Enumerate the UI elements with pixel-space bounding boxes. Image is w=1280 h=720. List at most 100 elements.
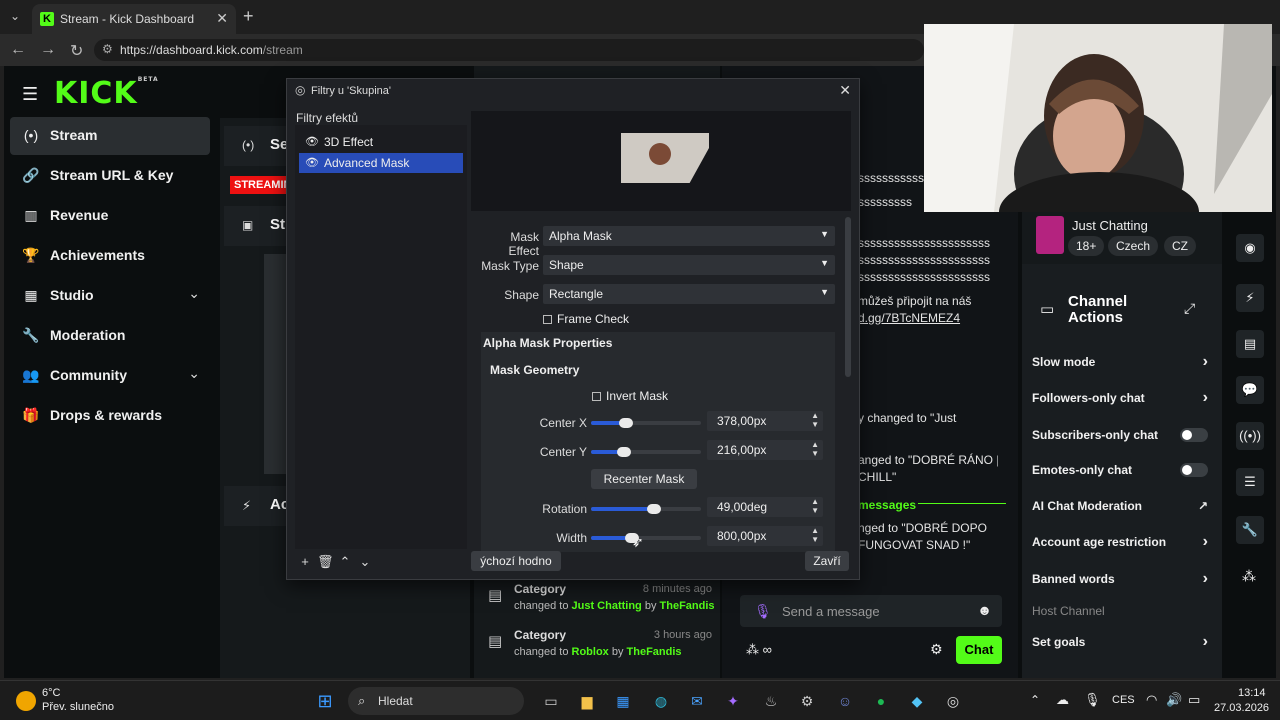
lightning-icon[interactable]: ⚡: [1236, 284, 1264, 312]
language-indicator[interactable]: CES: [1112, 694, 1135, 706]
app-icon[interactable]: ⚙: [796, 690, 818, 712]
sidebar-item-drops-rewards[interactable]: 🎁 Drops & rewards: [10, 397, 210, 435]
center-y-input[interactable]: 216,00px ▲ ▼: [707, 440, 823, 460]
shape-select[interactable]: Rectangle ▼: [543, 284, 835, 304]
close-tab-icon[interactable]: ✕: [216, 10, 228, 27]
tab-list-chevron-icon[interactable]: ⌄: [10, 9, 20, 23]
volume-icon[interactable]: 🔊: [1166, 692, 1182, 708]
document-icon[interactable]: ▤: [1236, 330, 1264, 358]
battery-icon[interactable]: ▭: [1188, 692, 1200, 708]
emoji-icon[interactable]: ☻: [977, 602, 992, 618]
spinner-arrows-icon[interactable]: ▲ ▼: [811, 526, 819, 544]
ai-chat-moderation-item[interactable]: AI Chat Moderation ↗: [1032, 499, 1208, 519]
mail-icon[interactable]: ✉: [686, 690, 708, 712]
banned-words-item[interactable]: Banned words ›: [1032, 570, 1208, 592]
width-slider[interactable]: [591, 533, 701, 543]
broadcast-icon[interactable]: ((•)): [1236, 422, 1264, 450]
invert-mask-checkbox[interactable]: Invert Mask: [592, 389, 668, 403]
community-icon[interactable]: ⁂ ∞: [746, 642, 772, 658]
windows-taskbar: 6°C Přev. slunečno ⊞ ⌕ Hledat ▭ ▆ ▦ ◍ ✉ …: [0, 680, 1280, 720]
account-age-item[interactable]: Account age restriction ›: [1032, 533, 1208, 555]
emotes-only-toggle[interactable]: [1180, 463, 1208, 477]
move-up-icon[interactable]: ⌃: [337, 554, 353, 570]
wrench-icon[interactable]: 🔧: [1236, 516, 1264, 544]
followers-only-item[interactable]: Followers-only chat ›: [1032, 389, 1208, 411]
forward-icon[interactable]: →: [40, 41, 56, 59]
center-x-slider[interactable]: [591, 418, 701, 428]
discord-icon[interactable]: ☺: [834, 690, 856, 712]
sidebar-item-stream-url-key[interactable]: 🔗 Stream URL & Key: [10, 157, 210, 195]
properties-scrollbar[interactable]: [845, 217, 851, 377]
visibility-eye-icon[interactable]: 👁: [305, 135, 319, 148]
spinner-arrows-icon[interactable]: ▲ ▼: [811, 411, 819, 429]
filter-item-advanced-mask[interactable]: 👁 Advanced Mask: [299, 153, 463, 173]
microphone-icon[interactable]: 🎙: [754, 603, 772, 620]
defaults-button[interactable]: ýchozí hodno: [471, 551, 561, 571]
file-explorer-icon[interactable]: ▆: [576, 690, 598, 712]
category-thumbnail[interactable]: [1036, 216, 1064, 254]
browser-tab[interactable]: K Stream - Kick Dashboard ✕: [32, 4, 236, 34]
weather-icon[interactable]: [16, 691, 36, 711]
edge-icon[interactable]: ◍: [650, 690, 672, 712]
obs-icon[interactable]: ◎: [942, 690, 964, 712]
mask-type-select[interactable]: Shape ▼: [543, 255, 835, 275]
popout-icon[interactable]: ⤢: [1184, 300, 1195, 317]
back-icon[interactable]: ←: [10, 41, 26, 59]
steam-icon[interactable]: ♨: [760, 690, 782, 712]
wifi-icon[interactable]: ◠: [1146, 692, 1157, 708]
sidebar-item-achievements[interactable]: 🏆 Achievements: [10, 237, 210, 275]
recenter-mask-button[interactable]: Recenter Mask: [591, 469, 697, 489]
visibility-eye-icon[interactable]: 👁: [305, 156, 319, 169]
move-down-icon[interactable]: ⌄: [357, 554, 373, 570]
rotation-input[interactable]: 49,00deg ▲ ▼: [707, 497, 823, 517]
clock-date[interactable]: 27.03.2026: [1214, 702, 1269, 714]
rotation-slider[interactable]: [591, 504, 701, 514]
url-field[interactable]: ⚙ https://dashboard.kick.com/stream: [94, 39, 924, 61]
new-tab-icon[interactable]: +: [243, 6, 254, 27]
mask-effect-select[interactable]: Alpha Mask ▼: [543, 226, 835, 246]
tray-chevron-icon[interactable]: ⌃: [1030, 693, 1040, 707]
store-icon[interactable]: ▦: [612, 690, 634, 712]
spotify-icon[interactable]: ●: [870, 690, 892, 712]
microphone-icon[interactable]: 🎙: [1084, 692, 1101, 708]
sidebar-item-stream[interactable]: (•) Stream: [10, 117, 210, 155]
width-input[interactable]: 800,00px ▲ ▼: [707, 526, 823, 546]
dialog-close-button[interactable]: Zavří: [805, 551, 849, 571]
chat-send-button[interactable]: Chat: [956, 636, 1002, 664]
list-icon[interactable]: ☰: [1236, 468, 1264, 496]
app-icon[interactable]: ◆: [906, 690, 928, 712]
spinner-arrows-icon[interactable]: ▲ ▼: [811, 440, 819, 458]
category-name[interactable]: Just Chatting: [1072, 218, 1148, 233]
cloud-icon[interactable]: ☁: [1056, 692, 1069, 708]
filter-item-3d-effect[interactable]: 👁 3D Effect: [299, 132, 463, 152]
spinner-arrows-icon[interactable]: ▲ ▼: [811, 497, 819, 515]
reload-icon[interactable]: ↻: [70, 41, 83, 61]
kick-logo[interactable]: KICKBETA: [54, 76, 159, 111]
subscribers-only-toggle[interactable]: [1180, 428, 1208, 442]
task-view-icon[interactable]: ▭: [540, 690, 562, 712]
community-icon[interactable]: ⁂: [1242, 568, 1256, 585]
center-y-slider[interactable]: [591, 447, 701, 457]
chat-bubble-icon[interactable]: 💬: [1236, 376, 1264, 404]
slow-mode-item[interactable]: Slow mode ›: [1032, 353, 1208, 375]
clock-time[interactable]: 13:14: [1238, 687, 1266, 699]
close-icon[interactable]: ✕: [839, 82, 851, 99]
taskbar-search[interactable]: ⌕ Hledat: [348, 687, 524, 715]
set-goals-item[interactable]: Set goals ›: [1032, 633, 1208, 655]
center-x-input[interactable]: 378,00px ▲ ▼: [707, 411, 823, 431]
sidebar-item-revenue[interactable]: ▥ Revenue: [10, 197, 210, 235]
windows-start-icon[interactable]: ⊞: [314, 690, 336, 712]
copilot-icon[interactable]: ✦: [722, 690, 744, 712]
add-filter-icon[interactable]: +: [297, 554, 313, 570]
menu-icon[interactable]: ☰: [22, 84, 38, 105]
sidebar-item-community[interactable]: 👥 Community ⌄: [10, 357, 210, 395]
sidebar-item-studio[interactable]: ▦ Studio ⌄: [10, 277, 210, 315]
site-info-icon[interactable]: ⚙: [102, 42, 113, 56]
chat-input[interactable]: 🎙 Send a message ☻: [740, 595, 1002, 627]
delete-filter-icon[interactable]: 🗑: [317, 554, 334, 570]
chat-link[interactable]: d.gg/7BTcNEMEZ4: [858, 311, 998, 325]
gear-icon[interactable]: ⚙: [930, 641, 943, 658]
frame-check-checkbox[interactable]: Frame Check: [543, 312, 629, 326]
camera-icon[interactable]: ◉: [1236, 234, 1264, 262]
sidebar-item-moderation[interactable]: 🔧 Moderation: [10, 317, 210, 355]
